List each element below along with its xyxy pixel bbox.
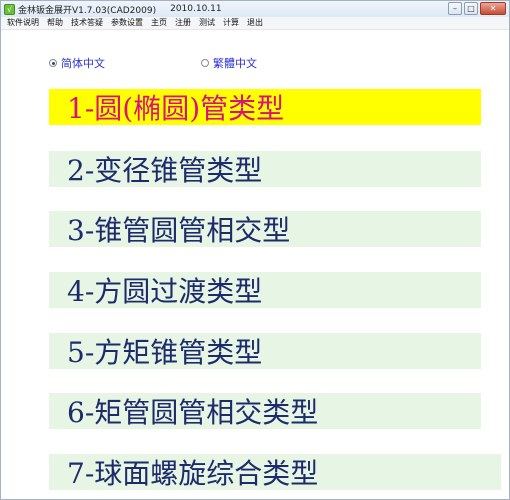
type-button-6[interactable]: 6-矩管圆管相交类型 [49, 393, 481, 429]
minimize-button[interactable]: – [448, 2, 462, 15]
menu-item-home[interactable]: 主页 [151, 17, 167, 29]
maximize-button[interactable]: □ [464, 2, 478, 15]
menu-item-test[interactable]: 测试 [199, 17, 215, 29]
menu-item-calculate[interactable]: 计算 [223, 17, 239, 29]
type-button-3[interactable]: 3-锥管圆管相交型 [49, 211, 481, 247]
radio-traditional[interactable]: 繁體中文 [201, 55, 257, 71]
radio-traditional-label[interactable]: 繁體中文 [213, 55, 257, 71]
menu-item-settings[interactable]: 参数设置 [111, 17, 143, 29]
menu-item-tech-qa[interactable]: 技术答疑 [71, 17, 103, 29]
menu-bar: 软件说明 帮助 技术答疑 参数设置 主页 注册 测试 计算 退出 [1, 17, 509, 30]
window-controls: – □ ✕ [446, 2, 506, 15]
type-button-4[interactable]: 4-方圆过渡类型 [49, 272, 481, 308]
radio-unchecked-icon[interactable] [201, 59, 209, 67]
app-icon: √ [4, 3, 15, 15]
type-button-1[interactable]: 1-圆(椭圆)管类型 [49, 89, 481, 125]
window-date: 2010.10.11 [170, 4, 222, 14]
title-bar: √ 金林钣金展开V1.7.03(CAD2009) 2010.10.11 – □ … [1, 1, 509, 17]
close-button[interactable]: ✕ [480, 2, 506, 15]
menu-item-software-info[interactable]: 软件说明 [7, 17, 39, 29]
menu-item-register[interactable]: 注册 [175, 17, 191, 29]
window-title: 金林钣金展开V1.7.03(CAD2009) [18, 5, 157, 16]
radio-simplified-label[interactable]: 简体中文 [61, 55, 105, 71]
type-button-7[interactable]: 7-球面螺旋综合类型 [49, 454, 501, 490]
app-window: √ 金林钣金展开V1.7.03(CAD2009) 2010.10.11 – □ … [0, 0, 510, 500]
menu-item-help[interactable]: 帮助 [47, 17, 63, 29]
radio-simplified[interactable]: 简体中文 [49, 55, 105, 71]
menu-item-exit[interactable]: 退出 [247, 17, 263, 29]
type-button-2[interactable]: 2-变径锥管类型 [49, 151, 481, 187]
radio-checked-icon[interactable] [49, 59, 57, 67]
type-button-5[interactable]: 5-方矩锥管类型 [49, 333, 481, 369]
